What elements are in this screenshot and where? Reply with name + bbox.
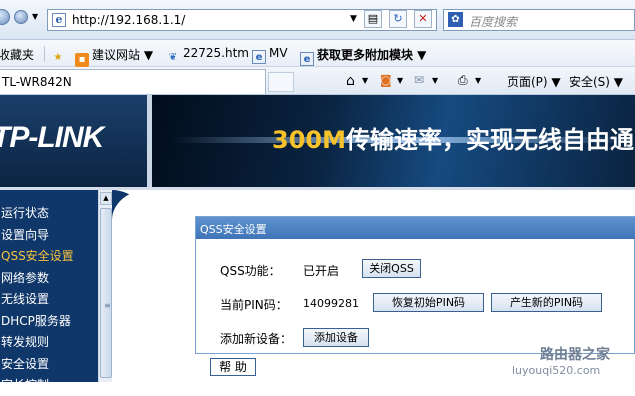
add-device-button[interactable]: 添加设备 xyxy=(303,328,369,347)
favorite-label: 22725.htm xyxy=(183,46,249,60)
banner-slogan: 300M传输速率，实现无线自由通 xyxy=(272,120,634,155)
close-qss-button[interactable]: 关闭QSS xyxy=(362,259,421,278)
pin-value: 14099281 xyxy=(303,297,359,310)
page-menu[interactable]: 页面(P) ▼ xyxy=(507,73,561,90)
sidebar-item-wizard[interactable]: 设置向导 xyxy=(0,225,98,246)
sidebar-item-qss[interactable]: QSS安全设置 xyxy=(0,246,98,267)
favorite-22725[interactable]: ❦ 22725.htm xyxy=(166,46,249,65)
scroll-up-icon[interactable]: ▲ xyxy=(100,192,112,205)
frame-corner-inner xyxy=(112,190,148,382)
sidebar-item-parental[interactable]: 家长控制 xyxy=(0,375,98,396)
stop-icon[interactable]: ✕ xyxy=(414,10,432,28)
divider xyxy=(44,46,45,62)
qss-function-label: QSS功能： xyxy=(220,264,281,278)
favorite-label: MV xyxy=(269,46,288,60)
rss-feed-icon[interactable]: ◙ xyxy=(380,73,392,87)
panel-title: QSS安全设置 xyxy=(200,223,267,236)
restore-pin-button[interactable]: 恢复初始PIN码 xyxy=(373,293,484,312)
scroll-thumb[interactable]: ≡ xyxy=(100,208,112,378)
help-button[interactable]: 帮 助 xyxy=(210,358,256,376)
favorites-menu[interactable]: 收藏夹 xyxy=(0,46,34,63)
new-pin-button[interactable]: 产生新的PIN码 xyxy=(491,293,602,312)
favorite-suggested-sites[interactable]: ▪ 建议网站 ▼ xyxy=(75,46,153,67)
star-icon: ★ xyxy=(53,52,63,63)
history-dropdown-icon[interactable]: ▼ xyxy=(32,12,38,21)
ie-page-icon: e xyxy=(252,50,266,64)
ie-page-icon: e xyxy=(300,52,314,66)
qss-panel: QSS安全设置 QSS功能： 已开启 关闭QSS 当前PIN码： 1409928… xyxy=(195,216,635,354)
sidebar-item-forwarding[interactable]: 转发规则 xyxy=(0,332,98,353)
print-icon[interactable]: ⎙ xyxy=(458,73,468,88)
logo-area: TP-LINK xyxy=(0,95,147,187)
tab-title: TL-WR842N xyxy=(2,75,72,89)
slogan-highlight: 300M xyxy=(272,126,346,154)
tp-link-logo: TP-LINK xyxy=(0,121,104,154)
tab-active[interactable]: TL-WR842N xyxy=(0,69,266,94)
add-favorite-button[interactable]: ★ xyxy=(51,46,68,65)
router-banner: TP-LINK 300M传输速率，实现无线自由通 xyxy=(0,95,635,187)
home-icon[interactable]: ⌂ xyxy=(346,73,355,89)
favorite-label: 获取更多附加模块 ▼ xyxy=(317,48,427,62)
sidebar-item-security[interactable]: 安全设置 xyxy=(0,354,98,375)
refresh-icon[interactable]: ↻ xyxy=(389,10,407,28)
feed-dropdown-icon[interactable]: ▼ xyxy=(397,76,403,85)
page-icon: ❦ xyxy=(168,52,178,63)
command-bar: TL-WR842N ⌂ ▼ ◙ ▼ ✉ ▼ ⎙ ▼ 页面(P) ▼ 安全(S) … xyxy=(0,67,635,95)
print-dropdown-icon[interactable]: ▼ xyxy=(475,76,481,85)
sidebar-item-network[interactable]: 网络参数 xyxy=(0,268,98,289)
watermark-title: 路由器之家 xyxy=(540,347,610,363)
baidu-paw-icon: ✿ xyxy=(448,12,463,27)
sidebar-item-status[interactable]: 运行状态 xyxy=(0,203,98,224)
search-placeholder: 百度搜索 xyxy=(469,15,518,29)
favorite-mv[interactable]: e MV xyxy=(252,46,288,64)
slogan-text: 传输速率，实现无线自由通 xyxy=(345,126,634,154)
pin-label: 当前PIN码： xyxy=(220,298,288,312)
back-button[interactable] xyxy=(0,9,10,25)
banner-slogan-area: 300M传输速率，实现无线自由通 xyxy=(152,95,635,187)
safety-menu[interactable]: 安全(S) ▼ xyxy=(569,73,623,90)
new-tab-button[interactable] xyxy=(268,72,294,92)
url-text[interactable]: http://192.168.1.1/ xyxy=(72,13,185,27)
search-field[interactable]: ✿ 百度搜索 xyxy=(443,9,635,31)
orange-site-icon: ▪ xyxy=(75,53,89,67)
favorite-get-addons[interactable]: e 获取更多附加模块 ▼ xyxy=(300,46,426,66)
watermark: 路由器之家 luyouqi520.com xyxy=(512,342,635,382)
address-dropdown-icon[interactable]: ▼ xyxy=(350,14,357,24)
mail-dropdown-icon[interactable]: ▼ xyxy=(432,76,438,85)
grip-icon: ≡ xyxy=(104,301,111,310)
favorite-label: 建议网站 ▼ xyxy=(92,48,154,62)
ie-page-icon: e xyxy=(52,13,66,27)
watermark-url: luyouqi520.com xyxy=(512,364,601,377)
mail-icon[interactable]: ✉ xyxy=(414,73,424,87)
sidebar-item-dhcp[interactable]: DHCP服务器 xyxy=(0,311,98,332)
compatibility-view-button[interactable]: ▤ xyxy=(364,10,382,28)
add-device-label: 添加新设备： xyxy=(220,332,293,346)
browser-address-toolbar: ▼ e http://192.168.1.1/ ▼ ▤ ↻ ✕ ✿ 百度搜索 xyxy=(0,0,635,40)
favorites-bar: 收藏夹 ★ ▪ 建议网站 ▼ ❦ 22725.htm e MV e 获取更多附加模块 ▼ xyxy=(0,40,635,67)
panel-header: QSS安全设置 xyxy=(196,217,635,239)
sidebar-menu: 运行状态 设置向导 QSS安全设置 网络参数 无线设置 DHCP服务器 转发规则… xyxy=(0,190,98,392)
home-dropdown-icon[interactable]: ▼ xyxy=(362,76,368,85)
sidebar-item-wireless[interactable]: 无线设置 xyxy=(0,289,98,310)
qss-function-value: 已开启 xyxy=(303,264,340,278)
sidebar-scrollbar[interactable]: ▲ ≡ xyxy=(98,190,112,382)
forward-button[interactable] xyxy=(14,10,28,24)
